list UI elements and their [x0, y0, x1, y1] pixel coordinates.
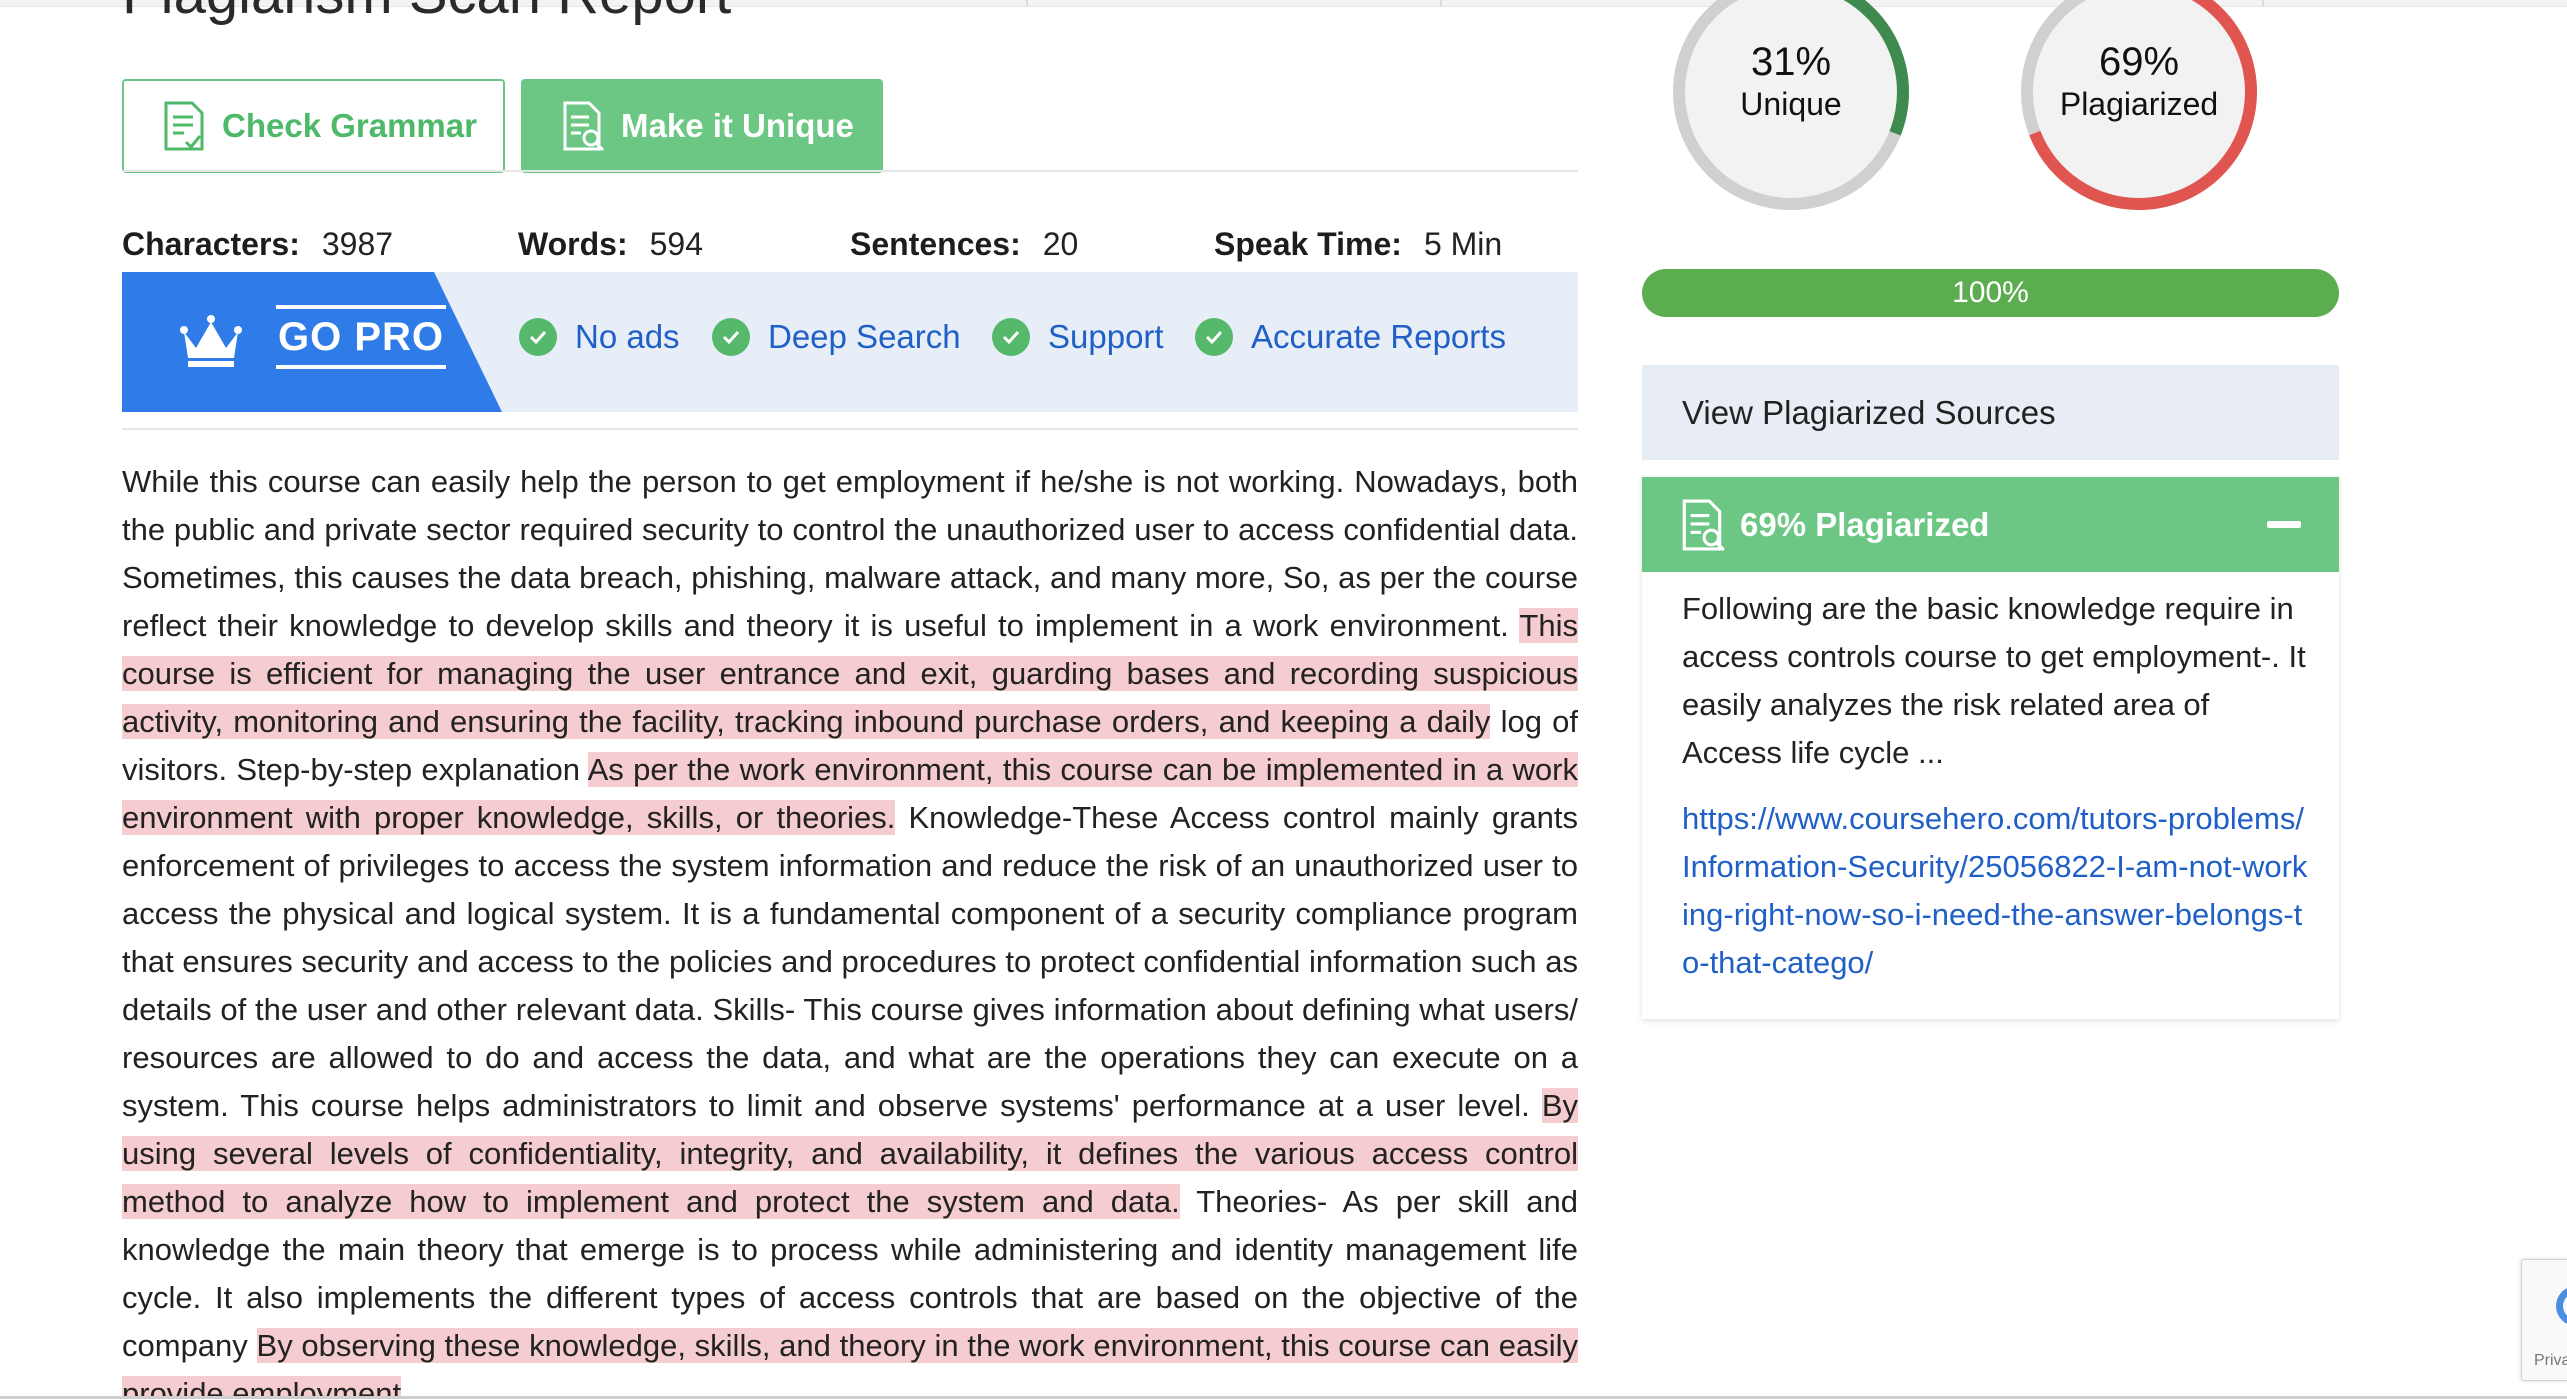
- stat-words: Words: 594: [518, 226, 704, 262]
- view-sources-button[interactable]: View Plagiarized Sources: [1642, 365, 2339, 460]
- feature-no-ads: No ads: [519, 318, 680, 356]
- go-pro-label[interactable]: GO PRO: [276, 305, 447, 369]
- feature-support: Support: [992, 318, 1164, 356]
- text-stats: Characters: 3987 Words: 594 Sentences: 20 S…: [122, 226, 1578, 270]
- crown-icon: [180, 315, 242, 367]
- stat-sentences: Sentences: 20: [850, 226, 1079, 262]
- collapse-minus-icon[interactable]: [2267, 521, 2301, 528]
- stat-characters: Characters: 3987: [122, 226, 394, 262]
- source-card-header[interactable]: 69% Plagiarized: [1642, 477, 2339, 572]
- feature-deep-search: Deep Search: [712, 318, 961, 356]
- check-grammar-label: Check Grammar: [222, 107, 477, 144]
- source-link[interactable]: https://www.coursehero.com/tutors-proble…: [1682, 795, 2312, 987]
- plagiarized-segment: By observing these knowledge, skills, an…: [122, 1328, 1578, 1399]
- document-search-icon: [563, 101, 605, 152]
- document-search-icon: [1682, 498, 1725, 551]
- make-unique-label: Make it Unique: [621, 107, 854, 144]
- divider: [122, 428, 1578, 430]
- scan-progress-bar: 100%: [1642, 269, 2339, 317]
- scanned-text: While this course can easily help the pe…: [122, 458, 1578, 1399]
- recaptcha-badge[interactable]: Priva: [2521, 1259, 2567, 1381]
- divider: [122, 170, 1578, 172]
- unique-donut: 31% Unique: [1671, 0, 1911, 212]
- check-grammar-button[interactable]: Check Grammar: [122, 79, 505, 173]
- recaptcha-icon: [2556, 1286, 2567, 1326]
- feature-accurate-reports: Accurate Reports: [1195, 318, 1506, 356]
- page-title: Plagiarism Scan Report: [122, 0, 731, 27]
- stat-speak-time: Speak Time: 5 Min: [1214, 226, 1503, 262]
- plagiarized-donut: 69% Plagiarized: [2019, 0, 2259, 212]
- source-card-title: 69% Plagiarized: [1740, 505, 1990, 543]
- plagiarized-label: Plagiarized: [2059, 86, 2219, 122]
- check-circle-icon: [519, 318, 557, 356]
- check-circle-icon: [1195, 318, 1233, 356]
- unique-label: Unique: [1740, 86, 1842, 122]
- source-card: 69% Plagiarized Following are the basic …: [1642, 477, 2339, 1019]
- make-unique-button[interactable]: Make it Unique: [521, 79, 883, 173]
- plagiarized-percent: 69%: [2098, 40, 2180, 84]
- check-circle-icon: [712, 318, 750, 356]
- unique-percent: 31%: [1750, 40, 1832, 84]
- check-circle-icon: [992, 318, 1030, 356]
- source-excerpt: Following are the basic knowledge requir…: [1682, 591, 2306, 770]
- text-segment: While this course can easily help the pe…: [122, 464, 1578, 643]
- recaptcha-text: Priva: [2534, 1352, 2567, 1369]
- text-segment: Knowledge-These Access control mainly gr…: [122, 800, 1578, 1123]
- document-check-icon: [164, 101, 204, 151]
